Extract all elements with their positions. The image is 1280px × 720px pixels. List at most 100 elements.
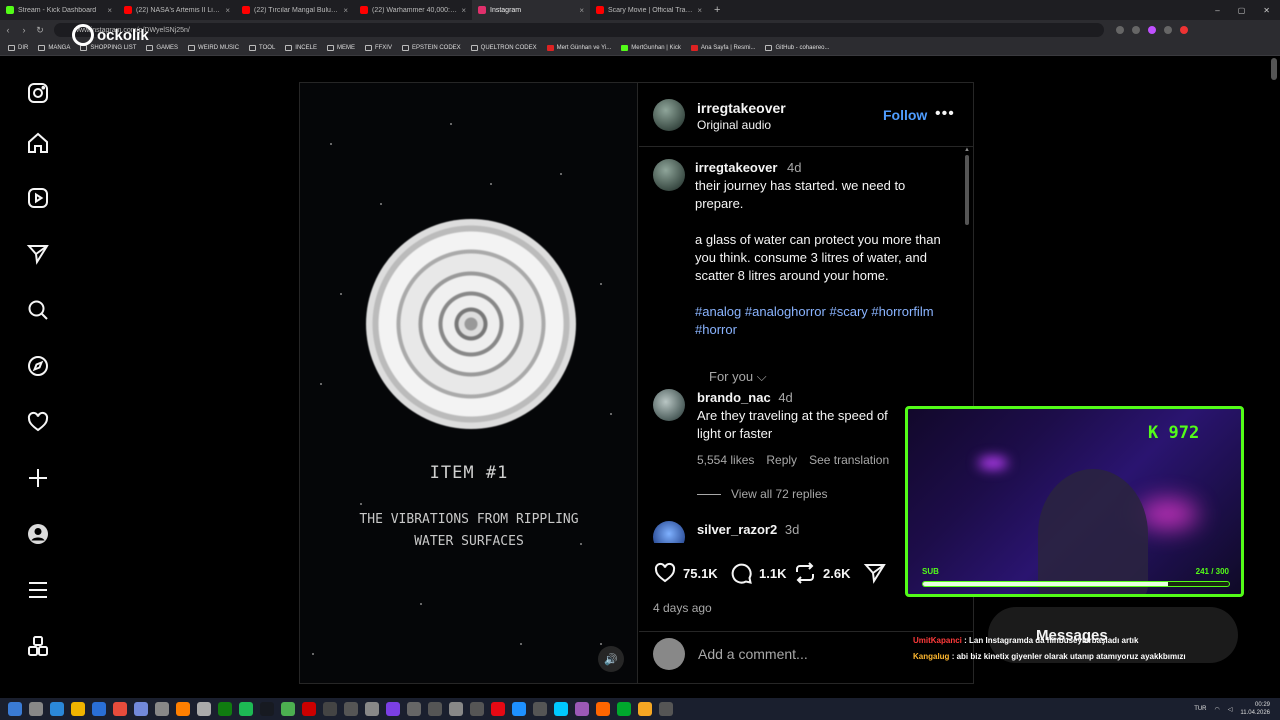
taskbar-app-icon[interactable] [344,702,358,716]
explore-icon[interactable] [24,352,52,380]
browser-tab[interactable]: (22) Warhammer 40,000: Total Wa × [354,0,472,20]
see-translation-button[interactable]: See translation [809,453,889,467]
follow-button[interactable]: Follow [883,107,927,123]
volume-icon[interactable]: ◁ [1228,706,1233,713]
tab-close-icon[interactable]: × [579,6,584,15]
menu-icon[interactable] [24,576,52,604]
taskbar-app-icon[interactable] [134,702,148,716]
taskbar-app-icon[interactable] [113,702,127,716]
taskbar-app-icon[interactable] [386,702,400,716]
reload-icon[interactable]: ↻ [32,25,48,36]
tab-close-icon[interactable]: × [343,6,348,15]
browser-tab[interactable]: (22) NASA's Artemis II Live Views f × [118,0,236,20]
extension-icon[interactable] [1180,26,1188,34]
taskbar-app-icon[interactable] [638,702,652,716]
page-scrollbar[interactable] [1271,58,1277,80]
taskbar-app-icon[interactable] [281,702,295,716]
taskbar-app-icon[interactable] [575,702,589,716]
caption-username[interactable]: irregtakeover [695,160,777,175]
comment-reply-button[interactable]: Reply [766,453,797,467]
taskbar-app-icon[interactable] [302,702,316,716]
bookmark-item[interactable]: GitHub - cohaereo... [765,44,830,51]
taskbar-app-icon[interactable] [365,702,379,716]
repost-button[interactable]: 2.6K [793,561,850,585]
scroll-up-arrow-icon[interactable]: ▲ [964,147,970,153]
taskbar-app-icon[interactable] [176,702,190,716]
bookmark-item[interactable]: EPSTEIN CODEX [401,44,461,51]
url-field[interactable]: www.instagram.com/p/DWyelSNj25n/ [54,23,1104,37]
home-icon[interactable] [24,129,52,157]
commenter-avatar[interactable] [653,389,685,421]
author-username[interactable]: irregtakeover [697,100,786,116]
new-tab-button[interactable]: + [708,4,726,16]
taskbar-app-icon[interactable] [218,702,232,716]
also-from-meta-icon[interactable] [24,632,52,660]
bookmark-item[interactable]: QUELTRON CODEX [470,44,537,51]
taskbar-app-icon[interactable] [92,702,106,716]
taskbar-app-icon[interactable] [155,702,169,716]
commenter-username[interactable]: brando_nac [697,390,771,405]
reels-icon[interactable] [24,184,52,212]
taskbar-app-icon[interactable] [659,702,673,716]
taskbar-app-icon[interactable] [554,702,568,716]
bookmark-item[interactable]: Ana Sayfa | Resmi... [690,44,755,51]
bookmark-item[interactable]: TOOL [249,44,275,51]
hashtag-link[interactable]: #analog [695,304,741,319]
bookmark-item[interactable]: MertGunhan | Kick [621,44,681,51]
commenter-username[interactable]: silver_razor2 [697,522,777,537]
extension-icon[interactable] [1132,26,1140,34]
extension-icon[interactable] [1148,26,1156,34]
commenter-avatar[interactable] [653,521,685,543]
taskbar-app-icon[interactable] [50,702,64,716]
tab-close-icon[interactable]: × [225,6,230,15]
comment-button[interactable]: 1.1K [729,561,786,585]
bookmark-item[interactable]: MEME [326,44,355,51]
language-indicator[interactable]: TUR [1194,706,1206,712]
bookmark-item[interactable]: DIR [8,44,28,51]
browser-tab[interactable]: (22) Tırcılar Mangal Buluşması Ve× [236,0,354,20]
bookmark-item[interactable]: Mert Günhan ve Yi... [546,44,611,51]
instagram-logo-icon[interactable] [24,79,52,107]
bookmark-item[interactable]: WEIRD MUSIC [188,44,239,51]
browser-tab[interactable]: Instagram × [472,0,590,20]
bookmark-item[interactable]: FFXIV [364,44,392,51]
comments-scrollbar[interactable] [965,155,969,225]
minimize-icon[interactable]: – [1215,6,1219,15]
extension-icon[interactable] [1164,26,1172,34]
create-plus-icon[interactable] [24,464,52,492]
browser-tab[interactable]: Scary Movie | Official Trailer | Para× [590,0,708,20]
add-comment-input[interactable]: Add a comment... [698,646,808,662]
taskbar-app-icon[interactable] [428,702,442,716]
like-button[interactable]: 75.1K [653,561,718,585]
forward-icon[interactable]: › [16,25,32,35]
back-icon[interactable]: ‹ [0,25,16,35]
taskbar-app-icon[interactable] [260,702,274,716]
extension-icon[interactable] [1116,26,1124,34]
taskbar-app-icon[interactable] [197,702,211,716]
tab-close-icon[interactable]: × [107,6,112,15]
taskbar-app-icon[interactable] [533,702,547,716]
taskbar-app-icon[interactable] [407,702,421,716]
taskbar-app-icon[interactable] [71,702,85,716]
taskbar-app-icon[interactable] [239,702,253,716]
taskbar-app-icon[interactable] [596,702,610,716]
for-you-label[interactable]: For you ⌵ [709,369,767,385]
taskbar-app-icon[interactable] [29,702,43,716]
browser-tab[interactable]: Stream - Kick Dashboard × [0,0,118,20]
start-windows-icon[interactable] [8,702,22,716]
caption-avatar[interactable] [653,159,685,191]
bookmark-item[interactable]: INCELE [285,44,317,51]
wifi-icon[interactable]: ◠ [1215,706,1220,713]
taskbar-app-icon[interactable] [617,702,631,716]
comment-likes[interactable]: 5,554 likes [697,453,754,467]
more-options-icon[interactable]: ••• [935,105,955,123]
reel-video[interactable]: ITEM #1 THE VIBRATIONS FROM RIPPLING WAT… [300,83,638,683]
bookmark-item[interactable]: MANGA [38,44,70,51]
hashtag-link[interactable]: #analoghorror [745,304,826,319]
author-avatar[interactable] [653,99,685,131]
clock[interactable]: 00:29 11.04.2026 [1240,701,1270,717]
bookmark-item[interactable]: GAMES [146,44,178,51]
hashtag-link[interactable]: #horrorfilm [871,304,933,319]
taskbar-app-icon[interactable] [323,702,337,716]
taskbar-app-icon[interactable] [470,702,484,716]
